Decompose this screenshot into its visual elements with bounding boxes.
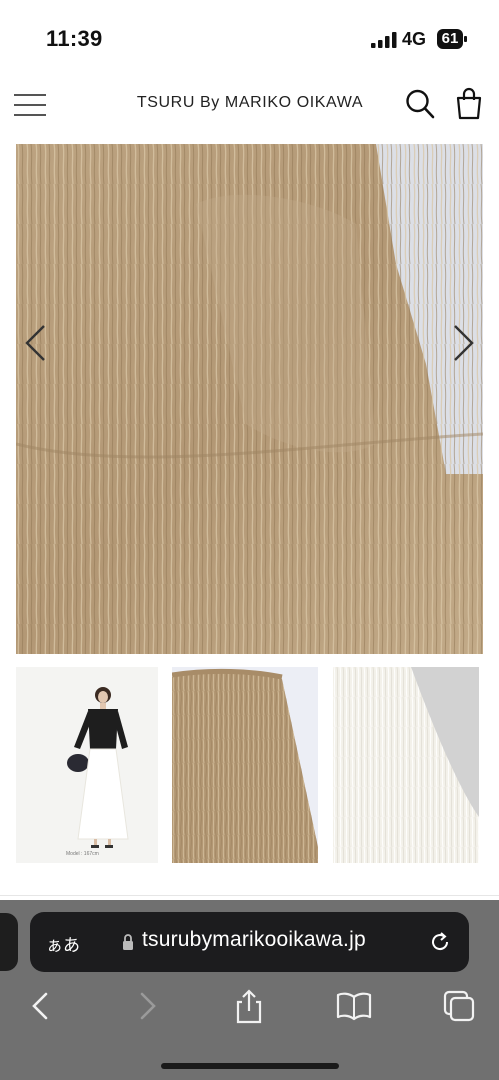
beige-skirt-flat-photo [172, 667, 318, 863]
site-header: TSURU By MARIKO OIKAWA [0, 78, 499, 144]
forward-button[interactable] [127, 988, 167, 1024]
thumbnail-white-closeup[interactable] [333, 667, 479, 863]
brand-title[interactable]: TSURU By MARIKO OIKAWA [110, 94, 390, 112]
browser-chrome: ぁあ tsurubymarikooikawa.jp [0, 900, 499, 1080]
model-wearing-skirt-photo [16, 667, 158, 863]
shopping-bag-icon[interactable] [455, 86, 483, 120]
chevron-right-icon[interactable] [451, 323, 477, 363]
home-indicator [161, 1063, 339, 1069]
address-bar[interactable]: ぁあ tsurubymarikooikawa.jp [30, 912, 469, 972]
search-icon[interactable] [405, 88, 435, 120]
hamburger-menu-icon[interactable] [14, 90, 46, 120]
signal-bars-icon [371, 32, 397, 48]
product-photo-beige-fringe-skirt [16, 144, 483, 654]
text-size-button[interactable]: ぁあ [46, 931, 80, 956]
back-button[interactable] [21, 988, 61, 1024]
battery-level: 61 [441, 30, 459, 47]
share-icon[interactable] [229, 988, 269, 1024]
lock-icon [123, 934, 133, 950]
previous-tab-stub[interactable] [0, 913, 18, 971]
network-type-label: 4G [402, 29, 427, 49]
thumbnail-model[interactable]: Model : 167cm [16, 667, 158, 863]
status-time: 11:39 [46, 26, 103, 51]
content-divider [0, 895, 499, 896]
model-height-caption: Model : 167cm [66, 851, 99, 857]
chevron-left-icon[interactable] [22, 323, 48, 363]
reload-icon[interactable] [428, 930, 452, 954]
thumbnail-skirt-flat[interactable] [172, 667, 318, 863]
book-icon[interactable] [334, 988, 374, 1024]
tabs-icon[interactable] [439, 988, 479, 1024]
url-text[interactable]: tsurubymarikooikawa.jp [142, 928, 366, 952]
white-skirt-closeup-photo [333, 667, 479, 863]
battery-icon: 61 [437, 29, 467, 49]
status-bar: 11:39 4G 61 [0, 0, 499, 78]
hero-product-image[interactable] [16, 144, 483, 654]
